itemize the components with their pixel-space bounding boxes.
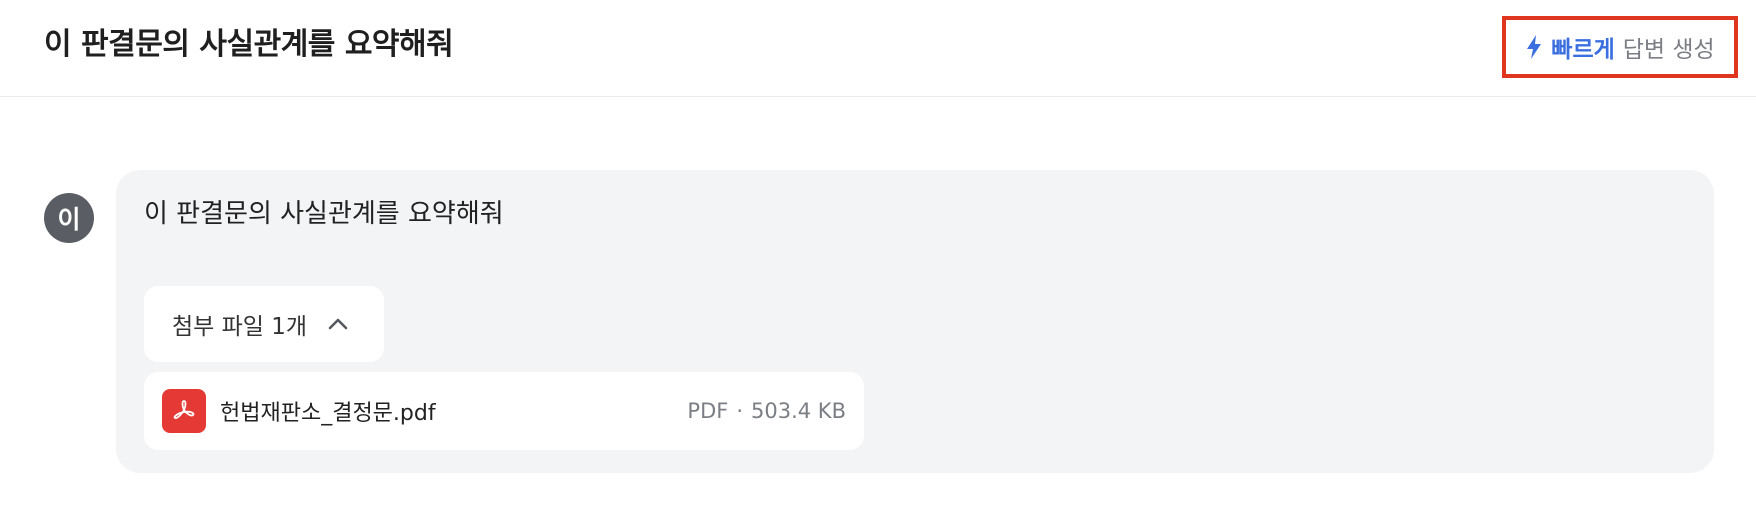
file-name: 헌법재판소_결정문.pdf	[220, 401, 436, 426]
attachments-toggle-button[interactable]: 첨부 파일 1개	[144, 286, 384, 362]
attachments-count-label: 첨부 파일 1개	[172, 314, 308, 340]
bolt-icon	[1525, 34, 1543, 60]
mode-rest-label: 답변 생성	[1622, 37, 1715, 63]
message-text: 이 판결문의 사실관계를 요약해줘	[144, 199, 504, 229]
fast-answer-mode-button[interactable]: 빠르게 답변 생성	[1502, 16, 1738, 78]
file-size: 503.4 KB	[751, 399, 846, 423]
user-message-bubble: 이 판결문의 사실관계를 요약해줘 첨부 파일 1개 헌법재판소_결정문.pdf…	[116, 170, 1714, 473]
attachment-file-item[interactable]: 헌법재판소_결정문.pdf PDF · 503.4 KB	[144, 372, 864, 450]
chevron-up-icon	[327, 317, 349, 331]
mode-fast-label: 빠르게	[1551, 37, 1615, 63]
pdf-icon	[162, 389, 206, 433]
avatar: 이	[44, 193, 94, 243]
header-bar: 이 판결문의 사실관계를 요약해줘 빠르게 답변 생성	[0, 0, 1756, 97]
file-meta-separator: ·	[736, 399, 744, 423]
page-title: 이 판결문의 사실관계를 요약해줘	[44, 27, 454, 62]
chat-page: 이 판결문의 사실관계를 요약해줘 빠르게 답변 생성 이 이 판결문의 사실관…	[0, 0, 1756, 508]
file-type: PDF	[687, 399, 729, 423]
file-meta: PDF · 503.4 KB	[687, 399, 846, 423]
